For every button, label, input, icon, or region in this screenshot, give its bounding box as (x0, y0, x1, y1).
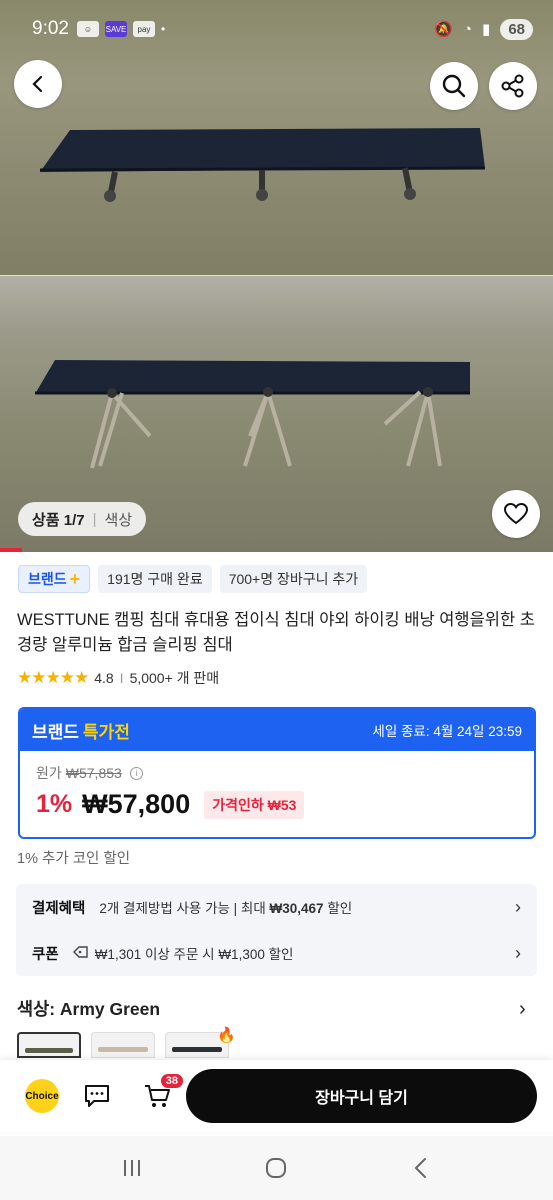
battery-indicator: 68 (500, 18, 533, 40)
home-button[interactable] (251, 1148, 301, 1188)
recents-icon (124, 1160, 141, 1176)
color-chevron-icon[interactable]: › (519, 998, 526, 1021)
coupon-tag-icon (72, 945, 89, 962)
price-drop-badge: 가격인하 ₩53 (204, 790, 305, 819)
chevron-right-icon: › (515, 942, 521, 963)
sold-count: 5,000+ 개 판매 (129, 670, 220, 686)
photo-counter[interactable]: 상품 1/7 | 색상 (18, 502, 147, 536)
original-price-row: 원가 ₩57,853 i (36, 763, 518, 783)
payment-benefit-label: 결제혜택 (32, 900, 86, 917)
face-icon: ☺ (76, 21, 99, 37)
gallery-progress-mark (0, 548, 22, 552)
choice-badge[interactable]: Choice (25, 1079, 59, 1113)
plus-icon: + (69, 568, 81, 589)
original-price-label: 원가 (36, 765, 62, 781)
heart-icon (503, 502, 529, 525)
brand-deal-box: 브랜드 특가전 세일 종료: 4월 24일 23:59 원가 ₩57,853 i … (18, 707, 536, 839)
purchase-count-tag: 191명 구매 완료 (98, 565, 212, 593)
color-label: 색상: Army Green (17, 999, 161, 1019)
fire-icon: 🔥 (217, 1027, 236, 1044)
payment-benefit-text: 2개 결제방법 사용 가능 | 최대 ₩30,467 할인 (99, 901, 353, 916)
brand-tag-label: 브랜드 (28, 571, 67, 587)
bottom-action-bar: Choice 38 장바구니 담기 (0, 1060, 553, 1132)
wifi-icon: ◔ (462, 20, 473, 38)
status-system-icons: 🔕 ◔ ▮ 68 (434, 18, 533, 40)
chat-icon (85, 1085, 109, 1107)
deal-end-time: 세일 종료: 4월 24일 23:59 (372, 724, 522, 739)
system-back-button[interactable] (396, 1148, 446, 1188)
share-button[interactable] (489, 62, 537, 110)
photo-counter-separator: | (92, 510, 97, 528)
chevron-left-icon (32, 75, 43, 93)
home-icon (266, 1158, 287, 1178)
cart-count-tag: 700+명 장바구니 추가 (219, 565, 368, 593)
deal-title-highlight: 특가전 (82, 722, 130, 742)
product-gallery[interactable]: 상품 1/7 | 색상 (0, 0, 553, 552)
rating-separator: I (119, 670, 124, 686)
swatch-beige[interactable] (91, 1032, 155, 1058)
coin-discount: 1% 추가 코인 할인 (17, 851, 131, 867)
recent-apps-button[interactable] (107, 1148, 157, 1188)
pay-app-icon: pay (132, 21, 155, 37)
benefits-box: 결제혜택 2개 결제방법 사용 가능 | 최대 ₩30,467 할인 › 쿠폰 … (16, 884, 537, 976)
mute-icon: 🔕 (434, 21, 453, 38)
product-tags: 브랜드 + 191명 구매 완료 700+명 장바구니 추가 (18, 565, 368, 593)
deal-header: 브랜드 특가전 세일 종료: 4월 24일 23:59 (20, 709, 534, 751)
back-button[interactable] (14, 60, 62, 108)
deal-title-label: 브랜드 (32, 722, 79, 742)
product-title: WESTTUNE 캠핑 침대 휴대용 접이식 침대 야외 하이킹 배낭 여행을위… (17, 611, 535, 654)
status-time: 9:02 (32, 18, 69, 39)
sale-price: ₩57,800 (82, 789, 191, 819)
coupon-label: 쿠폰 (32, 946, 59, 963)
search-icon (442, 74, 466, 98)
coupon-row[interactable]: 쿠폰 ₩1,301 이상 주문 시 ₩1,300 할인 › (16, 930, 537, 976)
brand-plus-tag[interactable]: 브랜드 + (18, 565, 91, 593)
info-icon[interactable]: i (129, 766, 143, 780)
chat-button[interactable] (75, 1074, 119, 1118)
star-rating-icon: ★★★★★ (17, 668, 89, 687)
photo-counter-current: 상품 1/7 (32, 511, 85, 529)
share-icon (501, 74, 524, 98)
signal-icon: ▮ (482, 21, 491, 38)
original-price: ₩57,853 (65, 765, 122, 781)
system-nav-bar (0, 1136, 553, 1200)
photo-counter-color-tab[interactable]: 색상 (105, 509, 133, 530)
dot-icon: • (160, 22, 166, 36)
rating-row[interactable]: ★★★★★ 4.8 I 5,000+ 개 판매 (17, 668, 219, 688)
status-bar: 9:02 ☺ SAVE pay • 🔕 ◔ ▮ 68 (0, 0, 553, 58)
wishlist-button[interactable] (492, 490, 540, 538)
coupon-text: ₩1,301 이상 주문 시 ₩1,300 할인 (94, 947, 294, 962)
discount-percent: 1% (36, 790, 73, 818)
rating-value: 4.8 (94, 670, 114, 686)
deal-body: 원가 ₩57,853 i 1% ₩57,800 가격인하 ₩53 (20, 751, 534, 832)
swatch-army-green[interactable] (17, 1032, 81, 1058)
chevron-right-icon: › (515, 896, 521, 917)
color-swatches (17, 1032, 229, 1058)
payment-benefit-row[interactable]: 결제혜택 2개 결제방법 사용 가능 | 최대 ₩30,467 할인 › (16, 884, 537, 930)
back-icon (414, 1158, 426, 1178)
price-row: 1% ₩57,800 가격인하 ₩53 (36, 789, 518, 820)
deal-title: 브랜드 특가전 (32, 718, 130, 743)
cart-count-badge: 38 (160, 1074, 183, 1088)
status-app-icons: ☺ SAVE pay • (76, 21, 166, 37)
add-to-cart-button[interactable]: 장바구니 담기 (186, 1069, 537, 1123)
cart-button[interactable]: 38 (135, 1074, 183, 1118)
save-app-icon: SAVE (104, 21, 127, 37)
search-button[interactable] (430, 62, 478, 110)
